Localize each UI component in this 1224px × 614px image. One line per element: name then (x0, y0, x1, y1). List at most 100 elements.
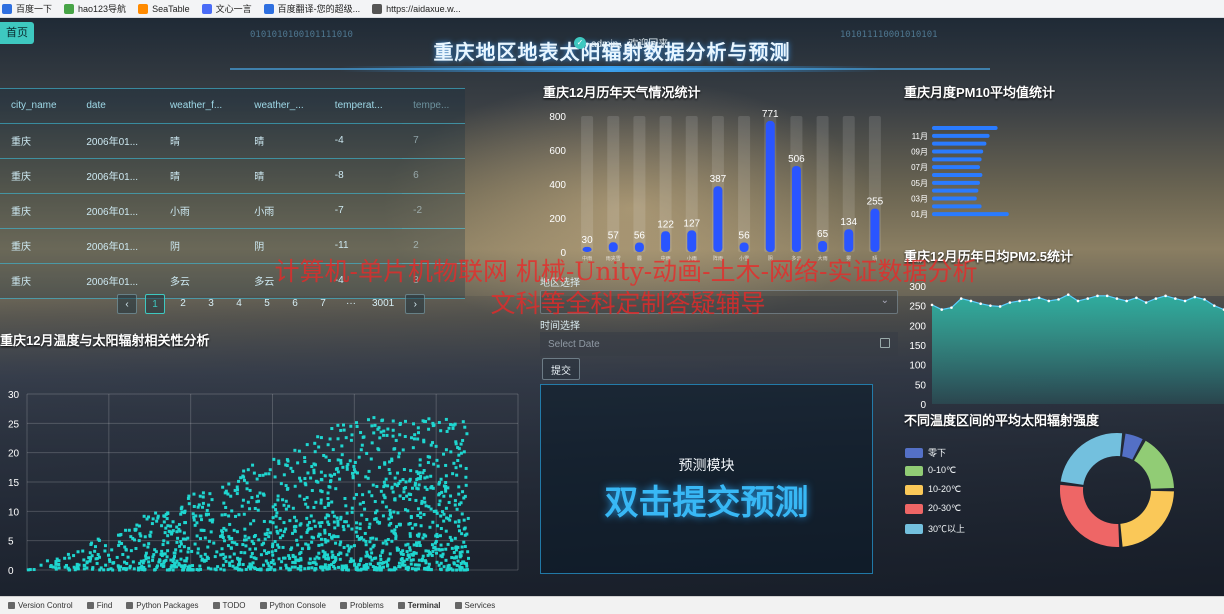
scatter-point (462, 450, 466, 454)
scatter-point (223, 513, 227, 517)
scatter-point (240, 504, 244, 508)
scatter-point (207, 503, 211, 507)
scatter-point (243, 534, 247, 538)
scatter-point (249, 555, 253, 559)
scatter-point (414, 498, 418, 502)
ide-tool-terminal[interactable]: Terminal (397, 601, 441, 610)
scatter-point (196, 551, 200, 555)
bookmark-item[interactable]: 百度一下 (2, 2, 52, 15)
tool-window-icon (339, 602, 347, 609)
scatter-point (132, 567, 136, 571)
scatter-point (442, 452, 446, 456)
region-select[interactable]: ⌄ (540, 290, 898, 314)
page-number[interactable]: 1 (145, 294, 165, 314)
next-page-button[interactable]: › (405, 294, 426, 314)
scatter-point (75, 562, 79, 566)
scatter-point (57, 562, 61, 566)
table-cell: -11 (323, 228, 403, 264)
scatter-point (248, 567, 252, 571)
scatter-point (82, 558, 86, 562)
ide-tool-python-console[interactable]: Python Console (259, 601, 326, 610)
scatter-point (391, 490, 395, 494)
scatter-point (394, 567, 398, 571)
table-row[interactable]: 重庆 2006年01... 晴晴 -4 7 (0, 123, 465, 159)
ide-tool-version-control[interactable]: Version Control (8, 601, 73, 610)
table-header-cell[interactable]: weather_f... (158, 89, 244, 124)
scatter-point (244, 544, 248, 548)
page-number[interactable]: 6 (285, 294, 305, 314)
ide-tool-services[interactable]: Services (454, 601, 495, 610)
scatter-point (252, 556, 256, 560)
y-tick-label: 11月 (912, 132, 928, 141)
calendar-icon[interactable] (880, 338, 890, 348)
ide-tool-todo[interactable]: TODO (212, 601, 246, 610)
ide-tool-find[interactable]: Find (86, 601, 112, 610)
x-tick-label: 小雪 (739, 255, 749, 262)
ide-tool-problems[interactable]: Problems (339, 601, 384, 610)
prediction-cta[interactable]: 双击提交预测 (541, 475, 872, 524)
page-number[interactable]: 3001 (369, 294, 397, 314)
legend-item[interactable]: 20-30℃ (905, 503, 961, 514)
scatter-point (179, 557, 183, 561)
scatter-point (423, 567, 427, 571)
submit-button[interactable]: 提交 (542, 358, 580, 380)
date-input[interactable] (540, 332, 898, 356)
scatter-point (298, 523, 302, 527)
scatter-point (161, 543, 165, 547)
scatter-point (230, 509, 234, 513)
table-row[interactable]: 重庆 2006年01... 阴阴 -11 2 (0, 228, 465, 264)
prev-page-button[interactable]: ‹ (117, 294, 137, 314)
scatter-point (417, 532, 421, 536)
page-number[interactable]: 7 (313, 294, 333, 314)
scatter-point (437, 420, 441, 424)
data-point (1096, 294, 1099, 298)
scatter-point (386, 484, 390, 488)
scatter-point (401, 562, 405, 566)
page-number[interactable]: 5 (257, 294, 277, 314)
scatter-point (390, 539, 394, 543)
scatter-point (386, 427, 390, 431)
bookmark-item[interactable]: SeaTable (138, 3, 190, 14)
scatter-point (354, 521, 358, 525)
table-cell: 2 (402, 228, 465, 264)
legend-item[interactable]: 零下 (905, 446, 946, 459)
page-ellipsis[interactable]: ··· (341, 294, 361, 314)
scatter-point (345, 465, 349, 469)
bookmark-item[interactable]: https://aidaxue.w... (372, 3, 461, 14)
page-number[interactable]: 3 (201, 294, 221, 314)
scatter-point (192, 518, 196, 522)
bookmark-item[interactable]: hao123导航 (64, 2, 126, 15)
scatter-point (363, 531, 367, 535)
scatter-point (176, 536, 180, 540)
scatter-point (447, 563, 451, 567)
ide-tool-python-packages[interactable]: Python Packages (126, 601, 199, 610)
legend-item[interactable]: 0-10℃ (905, 465, 956, 476)
page-number[interactable]: 4 (229, 294, 249, 314)
legend-item[interactable]: 30℃以上 (905, 522, 965, 535)
scatter-point (233, 488, 237, 492)
scatter-point (442, 519, 446, 523)
bookmark-item[interactable]: 百度翻译-您的超级... (263, 2, 360, 15)
y-tick-label: 100 (909, 361, 926, 372)
bookmark-item[interactable]: 文心一言 (201, 2, 252, 15)
scatter-point (409, 562, 413, 566)
table-row[interactable]: 重庆 2006年01... 多云 多云 -4 3 (0, 263, 465, 299)
table-row[interactable]: 重庆 2006年01... 小雨 小雨 -7 -2 (0, 193, 465, 229)
scatter-point (263, 537, 267, 541)
page-number[interactable]: 2 (173, 294, 193, 314)
table-header-cell[interactable]: date (75, 89, 159, 124)
table-row[interactable]: 重庆 2006年01... 晴晴 -8 6 (0, 158, 465, 194)
tool-window-icon (454, 602, 462, 609)
scatter-point (351, 471, 355, 475)
scatter-point (374, 537, 378, 541)
table-header-cell[interactable]: temperat... (323, 89, 403, 124)
scatter-point (95, 556, 99, 560)
scatter-point (206, 566, 210, 570)
table-header-cell[interactable]: city_name (0, 89, 76, 124)
table-header-cell[interactable]: tempe... (402, 89, 465, 124)
legend-item[interactable]: 10-20℃ (905, 484, 961, 495)
scatter-point (262, 493, 266, 497)
table-header-cell[interactable]: weather_... (243, 89, 324, 124)
scatter-point (447, 426, 451, 430)
prediction-panel[interactable]: 预测模块 双击提交预测 (540, 384, 873, 574)
